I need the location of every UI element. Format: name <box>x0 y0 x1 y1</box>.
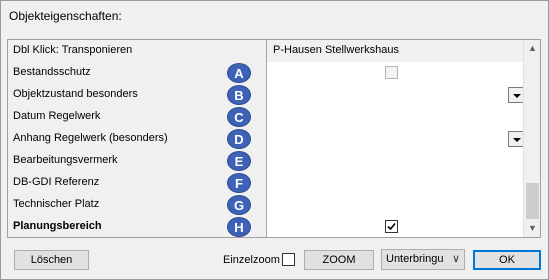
property-value[interactable] <box>267 216 524 237</box>
marker-badge-b: B <box>227 85 251 105</box>
marker-badge-c: C <box>227 107 251 127</box>
properties-dialog: Objekteigenschaften: Dbl Klick: Transpon… <box>0 0 549 280</box>
db-gdi-referenz-input[interactable] <box>267 172 524 194</box>
ok-button[interactable]: OK <box>473 250 541 270</box>
property-value[interactable] <box>267 62 524 84</box>
planungsbereich-checkbox[interactable] <box>385 220 398 233</box>
delete-button[interactable]: Löschen <box>14 250 89 270</box>
dropdown-arrow-icon[interactable] <box>508 87 524 103</box>
vertical-scrollbar[interactable]: ▲ ▼ <box>523 40 540 237</box>
einzelzoom-checkbox[interactable] <box>282 253 295 266</box>
zoom-button[interactable]: ZOOM <box>304 250 374 270</box>
objektzustand-select[interactable] <box>267 84 524 106</box>
marker-badge-d: D <box>227 129 251 149</box>
datum-regelwerk-input[interactable] <box>267 106 524 128</box>
marker-badge-a: A <box>227 63 251 83</box>
anhang-regelwerk-select[interactable] <box>267 128 524 150</box>
header-value: P-Hausen Stellwerkshaus <box>267 40 524 62</box>
property-row-bearbeitungsvermerk[interactable]: Bearbeitungsvermerk E <box>8 150 524 172</box>
header-label: Dbl Klick: Transponieren <box>8 40 267 62</box>
property-row-db-gdi-referenz[interactable]: DB-GDI Referenz F <box>8 172 524 194</box>
marker-badge-e: E <box>227 151 251 171</box>
unterbringung-select[interactable]: Unterbringu ∨ <box>381 249 465 270</box>
scroll-down-icon[interactable]: ▼ <box>524 220 540 237</box>
technischer-platz-input[interactable] <box>267 194 524 216</box>
bearbeitungsvermerk-input[interactable] <box>267 150 524 172</box>
property-row-technischer-platz[interactable]: Technischer Platz G <box>8 194 524 216</box>
bestandsschutz-checkbox[interactable] <box>385 66 398 79</box>
property-row-objektzustand[interactable]: Objektzustand besonders B <box>8 84 524 106</box>
marker-badge-f: F <box>227 173 251 193</box>
property-row-anhang-regelwerk[interactable]: Anhang Regelwerk (besonders) D <box>8 128 524 150</box>
property-row-bestandsschutz[interactable]: Bestandsschutz A <box>8 62 524 84</box>
property-grid: Dbl Klick: Transponieren P-Hausen Stellw… <box>7 39 541 238</box>
scroll-up-icon[interactable]: ▲ <box>524 40 540 57</box>
marker-badge-h: H <box>227 217 251 237</box>
property-row-datum-regelwerk[interactable]: Datum Regelwerk C <box>8 106 524 128</box>
dropdown-arrow-icon[interactable] <box>508 131 524 147</box>
chevron-down-icon: ∨ <box>451 253 460 265</box>
einzelzoom-label: Einzelzoom <box>223 254 280 266</box>
marker-badge-g: G <box>227 195 251 215</box>
property-row-planungsbereich[interactable]: Planungsbereich H <box>8 216 524 237</box>
scroll-thumb[interactable] <box>526 183 539 219</box>
dialog-title: Objekteigenschaften: <box>9 9 122 23</box>
combo-value: Unterbringu <box>386 253 444 265</box>
checkmark-icon <box>387 222 396 231</box>
grid-header-row: Dbl Klick: Transponieren P-Hausen Stellw… <box>8 40 524 62</box>
